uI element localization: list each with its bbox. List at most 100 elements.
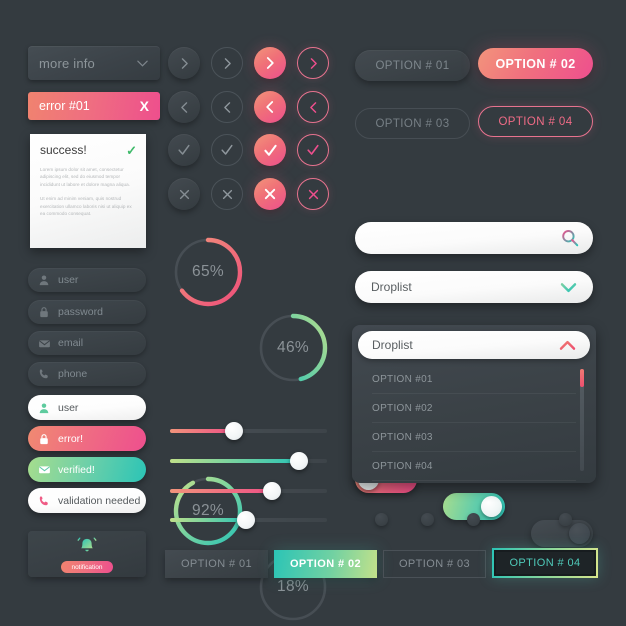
user-icon bbox=[37, 401, 51, 415]
icon-button-close-flat[interactable] bbox=[168, 178, 200, 210]
icon-button-prev-filled[interactable] bbox=[254, 91, 286, 123]
progress-ring-65: 65% bbox=[170, 234, 246, 310]
droplist-option-02[interactable]: OPTION #02 bbox=[372, 394, 576, 423]
phone-icon bbox=[37, 494, 51, 508]
slider-fill bbox=[170, 518, 246, 522]
option-button-01[interactable]: OPTION # 01 bbox=[355, 50, 470, 81]
input-field-user[interactable]: user bbox=[28, 268, 146, 292]
progress-ring-65-label: 65% bbox=[192, 263, 224, 280]
icon-button-confirm-flat[interactable] bbox=[168, 134, 200, 166]
chevron-down-icon[interactable] bbox=[560, 281, 577, 294]
phone-icon bbox=[37, 367, 51, 381]
slider-handle[interactable] bbox=[290, 452, 308, 470]
input-field-password[interactable]: password bbox=[28, 300, 146, 324]
slider-1[interactable] bbox=[170, 422, 327, 440]
toggle-knob[interactable] bbox=[569, 523, 590, 544]
bottom-tab-04-wrapper: OPTION # 04 bbox=[492, 548, 598, 578]
slider-handle[interactable] bbox=[237, 511, 255, 529]
success-card-paragraph-2: Ut enim ad minim veniam, quis nostrud ex… bbox=[40, 196, 132, 217]
droplist-expanded[interactable]: Droplist OPTION #01 OPTION #02 OPTION #0… bbox=[352, 325, 596, 483]
icon-button-next-filled[interactable] bbox=[254, 47, 286, 79]
slider-4[interactable] bbox=[170, 511, 327, 529]
icon-button-next-outline[interactable] bbox=[211, 47, 243, 79]
success-card-paragraph-1: Lorem ipsum dolor sit amet, consectetur … bbox=[40, 167, 131, 187]
search-icon[interactable] bbox=[561, 229, 579, 247]
more-info-label: more info bbox=[39, 55, 95, 71]
input-field-phone-label: phone bbox=[58, 368, 88, 380]
icon-button-prev-outline[interactable] bbox=[211, 91, 243, 123]
icon-button-prev-flat[interactable] bbox=[168, 91, 200, 123]
success-card: success! ✓ Lorem ipsum dolor sit amet, c… bbox=[30, 134, 146, 248]
droplist-options: OPTION #01 OPTION #02 OPTION #03 OPTION … bbox=[358, 363, 590, 481]
droplist-expanded-label: Droplist bbox=[372, 338, 413, 352]
error-alert-bar[interactable]: error #01 X bbox=[28, 92, 160, 120]
option-button-03[interactable]: OPTION # 03 bbox=[355, 108, 470, 139]
pagination-dot-1[interactable] bbox=[375, 513, 388, 526]
close-icon[interactable]: X bbox=[140, 98, 149, 114]
input-field-password-label: password bbox=[58, 306, 103, 318]
pill-verified[interactable]: verified! bbox=[28, 457, 146, 482]
chevron-down-icon bbox=[136, 57, 149, 70]
pagination-dot-3[interactable] bbox=[467, 513, 480, 526]
bottom-tab-03[interactable]: OPTION # 03 bbox=[383, 550, 486, 578]
progress-ring-46-label: 46% bbox=[277, 339, 309, 356]
input-field-email-label: email bbox=[58, 337, 84, 349]
droplist-collapsed-label: Droplist bbox=[371, 280, 412, 294]
slider-fill bbox=[170, 459, 299, 463]
ui-kit-canvas: more info error #01 X success! ✓ Lorem i… bbox=[0, 0, 626, 626]
pagination-dot-2[interactable] bbox=[421, 513, 434, 526]
bottom-tab-02[interactable]: OPTION # 02 bbox=[274, 550, 377, 578]
pill-validation-needed[interactable]: validation needed bbox=[28, 488, 146, 513]
icon-button-confirm-outline[interactable] bbox=[211, 134, 243, 166]
input-field-user-label: user bbox=[58, 274, 79, 286]
check-icon: ✓ bbox=[126, 142, 137, 158]
chevron-up-icon[interactable] bbox=[559, 339, 576, 352]
droplist-scrollbar[interactable] bbox=[580, 369, 584, 471]
bottom-tab-01[interactable]: OPTION # 01 bbox=[165, 550, 268, 578]
envelope-icon bbox=[37, 336, 51, 350]
icon-button-prev-pink-outline[interactable] bbox=[297, 91, 329, 123]
option-button-02[interactable]: OPTION # 02 bbox=[478, 48, 593, 79]
toggle-knob[interactable] bbox=[481, 496, 502, 517]
search-bar[interactable] bbox=[355, 222, 593, 254]
droplist-collapsed[interactable]: Droplist bbox=[355, 271, 593, 303]
input-field-phone[interactable]: phone bbox=[28, 362, 146, 386]
droplist-option-04[interactable]: OPTION #04 bbox=[372, 452, 576, 481]
error-alert-label: error #01 bbox=[39, 99, 90, 113]
input-field-email[interactable]: email bbox=[28, 331, 146, 355]
pill-validation-needed-label: validation needed bbox=[58, 494, 141, 507]
icon-button-close-filled[interactable] bbox=[254, 178, 286, 210]
pill-verified-label: verified! bbox=[58, 463, 95, 476]
pill-user[interactable]: user bbox=[28, 395, 146, 420]
pill-user-label: user bbox=[58, 401, 79, 414]
icon-button-next-flat[interactable] bbox=[168, 47, 200, 79]
icon-button-confirm-filled[interactable] bbox=[254, 134, 286, 166]
progress-ring-46: 46% bbox=[255, 310, 331, 386]
success-card-header: success! ✓ bbox=[40, 143, 137, 157]
bottom-tab-04[interactable]: OPTION # 04 bbox=[494, 550, 596, 576]
icon-button-next-pink-outline[interactable] bbox=[297, 47, 329, 79]
slider-3[interactable] bbox=[170, 482, 327, 500]
slider-2[interactable] bbox=[170, 452, 327, 470]
icon-button-confirm-pink-outline[interactable] bbox=[297, 134, 329, 166]
pill-error[interactable]: error! bbox=[28, 426, 146, 451]
icon-button-close-outline[interactable] bbox=[211, 178, 243, 210]
slider-handle[interactable] bbox=[263, 482, 281, 500]
droplist-scrollbar-thumb[interactable] bbox=[580, 369, 584, 387]
notification-badge: notification bbox=[61, 561, 113, 573]
option-button-04[interactable]: OPTION # 04 bbox=[478, 106, 593, 137]
search-input[interactable] bbox=[369, 231, 561, 245]
icon-button-close-pink-outline[interactable] bbox=[297, 178, 329, 210]
success-card-title: success! bbox=[40, 143, 87, 157]
pagination-dot-5[interactable] bbox=[559, 513, 572, 526]
slider-handle[interactable] bbox=[225, 422, 243, 440]
droplist-option-01[interactable]: OPTION #01 bbox=[372, 365, 576, 394]
more-info-dropdown-button[interactable]: more info bbox=[28, 46, 160, 80]
user-icon bbox=[37, 273, 51, 287]
envelope-icon bbox=[37, 463, 51, 477]
droplist-expanded-header[interactable]: Droplist bbox=[358, 331, 590, 359]
pill-error-label: error! bbox=[58, 432, 84, 445]
bell-icon bbox=[75, 535, 99, 564]
notification-widget[interactable]: notification bbox=[28, 531, 146, 577]
droplist-option-03[interactable]: OPTION #03 bbox=[372, 423, 576, 452]
